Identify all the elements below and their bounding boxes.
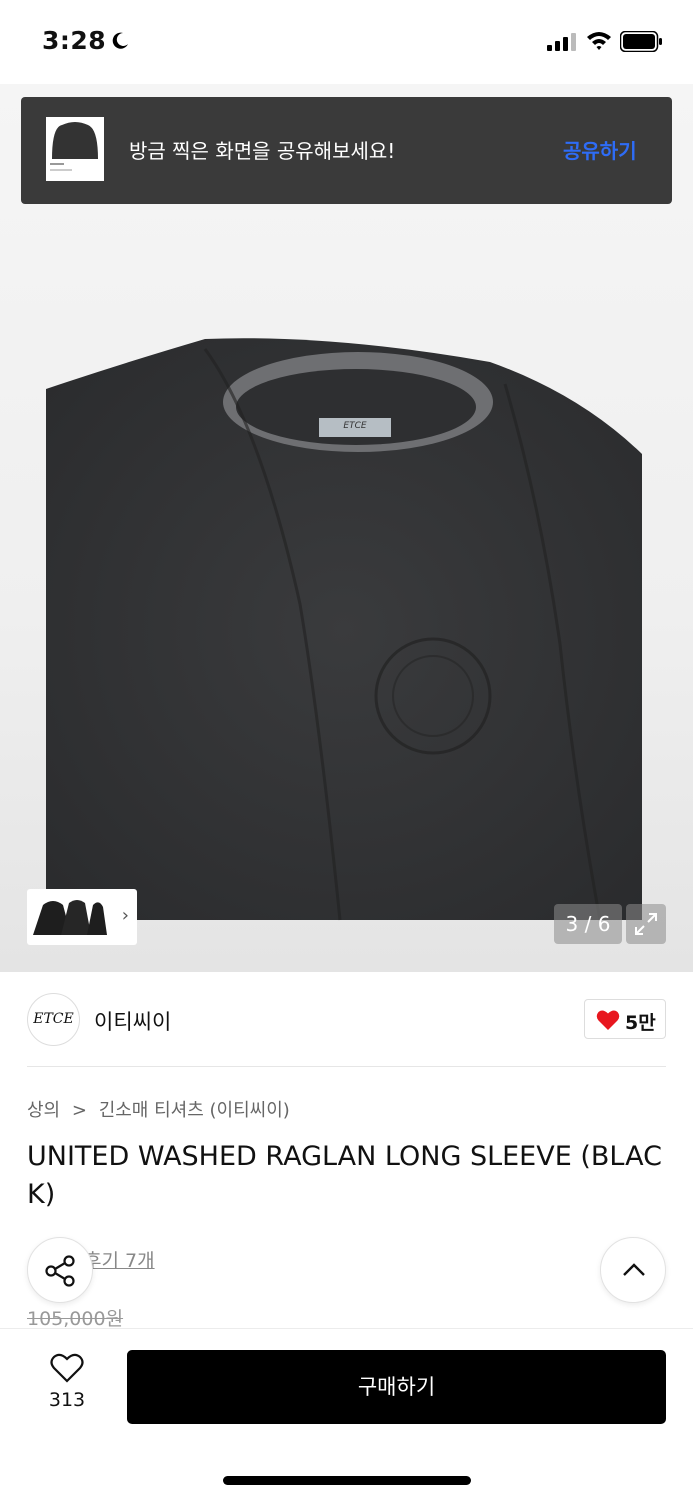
share-button[interactable]	[27, 1237, 93, 1303]
expand-button[interactable]	[626, 904, 666, 944]
expand-icon	[635, 913, 657, 935]
breadcrumb-subcategory[interactable]: 긴소매 티셔츠 (이티씨이)	[99, 1100, 290, 1121]
toast-message: 방금 찍은 화면을 공유해보세요!	[129, 139, 396, 163]
breadcrumb-category[interactable]: 상의	[27, 1100, 60, 1121]
product-image-gallery[interactable]: ETCE › 3 / 6	[0, 84, 693, 972]
breadcrumb-separator: >	[71, 1100, 87, 1121]
battery-icon	[620, 31, 662, 52]
brand-like-button[interactable]: 5만	[584, 999, 666, 1039]
wishlist-button[interactable]: 313	[40, 1353, 94, 1423]
wishlist-count: 313	[48, 1389, 86, 1411]
home-indicator	[223, 1476, 471, 1485]
share-icon	[45, 1255, 75, 1287]
buy-button[interactable]: 구매하기	[127, 1350, 666, 1424]
wifi-icon	[587, 32, 611, 50]
image-page-counter: 3 / 6	[554, 904, 622, 944]
cellular-signal-icon	[547, 33, 576, 51]
brand-logo[interactable]: ETCE	[27, 993, 80, 1046]
chevron-right-icon: ›	[121, 905, 129, 926]
brand-name[interactable]: 이티씨이	[94, 1006, 171, 1036]
review-link[interactable]: 후기 7개	[84, 1246, 155, 1273]
screenshot-share-toast: 방금 찍은 화면을 공유해보세요! 공유하기	[21, 97, 672, 204]
heart-filled-icon	[596, 1010, 620, 1030]
screenshot-thumbnail-image	[50, 122, 98, 171]
thumbnail-images	[33, 900, 107, 935]
moon-icon	[112, 32, 128, 49]
chevron-up-icon	[623, 1263, 645, 1276]
brand-like-count: 5만	[625, 1012, 656, 1034]
toast-share-button[interactable]: 공유하기	[563, 135, 637, 164]
neck-tag-text: ETCE	[343, 421, 367, 431]
original-price: 105,000원	[27, 1308, 124, 1330]
status-bar: 3:28	[0, 0, 693, 84]
bottom-action-bar: 313 구매하기	[0, 1328, 693, 1500]
scroll-to-top-button[interactable]	[600, 1237, 666, 1303]
product-image	[46, 338, 642, 921]
brand-row: ETCE 이티씨이 5만	[0, 972, 693, 1067]
product-title: UNITED WASHED RAGLAN LONG SLEEVE (BLACK)	[27, 1141, 662, 1210]
status-time: 3:28	[42, 26, 107, 55]
divider	[27, 1066, 666, 1067]
screenshot-thumbnail[interactable]	[46, 117, 104, 181]
breadcrumb: 상의 > 긴소매 티셔츠 (이티씨이)	[27, 1096, 296, 1122]
heart-outline-icon	[50, 1353, 84, 1383]
thumbnail-strip-button[interactable]: ›	[27, 889, 137, 945]
